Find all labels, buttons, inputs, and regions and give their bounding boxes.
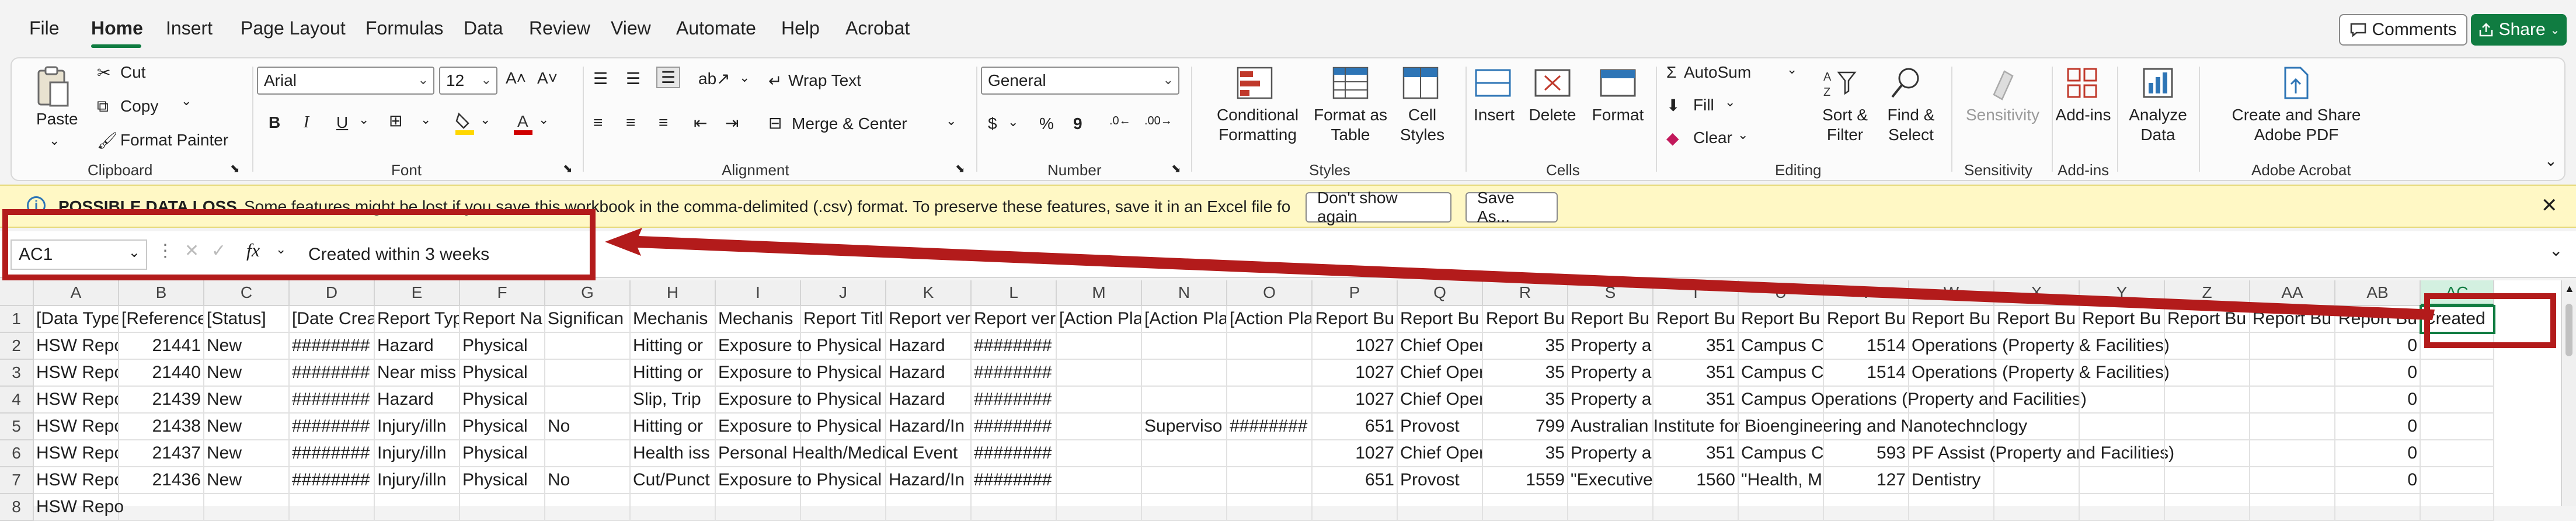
- annotation-arrow: [605, 228, 2435, 320]
